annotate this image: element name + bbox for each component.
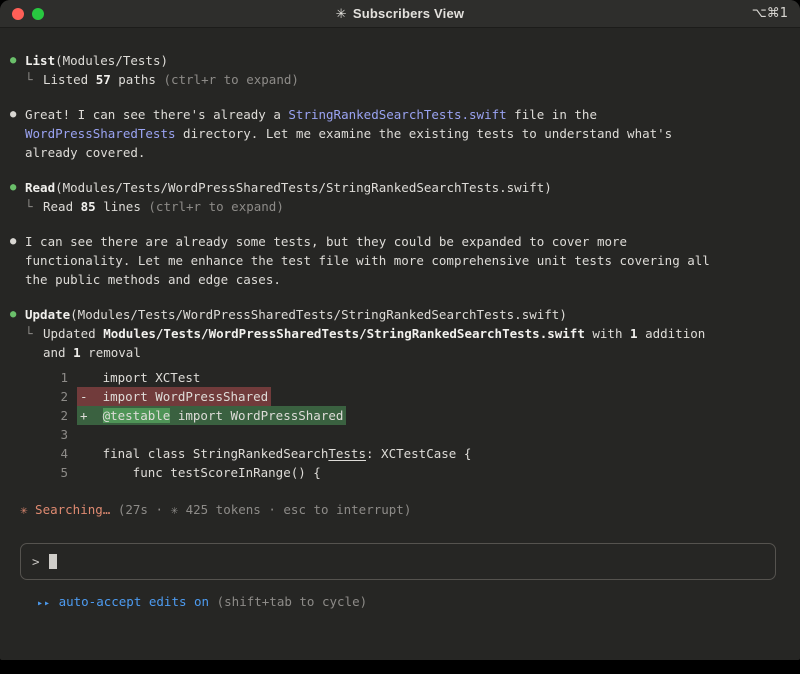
assistant-message-2: ● I can see there are already some tests… <box>10 232 786 289</box>
result-connector-icon: └ <box>25 324 43 362</box>
session-transcript: ● List(Modules/Tests) └ Listed 57 paths … <box>0 28 800 613</box>
diff-line-content: func testScoreInRange() { <box>77 463 324 482</box>
diff-line-content <box>77 425 83 444</box>
diff-line-content-added: + @testable import WordPressShared <box>77 406 346 425</box>
message-line: Great! I can see there's already a Strin… <box>25 105 786 124</box>
close-window-button[interactable] <box>12 8 24 20</box>
tool-bullet-icon: ● <box>10 305 25 482</box>
diff-row: 5 func testScoreInRange() { <box>25 463 786 482</box>
diff-line-number: 3 <box>25 425 68 444</box>
status-line: ✳ Searching… (27s · ✳ 425 tokens · esc t… <box>20 500 786 519</box>
terminal-window: ✳Subscribers View ⌥⌘1 ● List(Modules/Tes… <box>0 0 800 660</box>
status-label: Searching… <box>28 502 118 517</box>
session-asterisk-icon: ✳ <box>336 7 347 22</box>
diff-block: 1 import XCTest 2 - import WordPressShar… <box>25 368 786 482</box>
tool-call-line: Update(Modules/Tests/WordPressSharedTest… <box>25 305 786 324</box>
tool-entry-read: ● Read(Modules/Tests/WordPressSharedTest… <box>10 178 786 216</box>
tool-entry-list: ● List(Modules/Tests) └ Listed 57 paths … <box>10 51 786 89</box>
diff-row: 1 import XCTest <box>25 368 786 387</box>
message-line: I can see there are already some tests, … <box>25 232 786 251</box>
diff-line-number: 2 <box>25 387 68 406</box>
message-line: WordPressSharedTests directory. Let me e… <box>25 124 786 143</box>
tool-call-line: List(Modules/Tests) <box>25 51 786 70</box>
diff-line-number: 2 <box>25 406 68 425</box>
diff-row: 3 <box>25 425 786 444</box>
message-line: the public methods and edge cases. <box>25 270 786 289</box>
spinner-icon: ✳ <box>20 502 28 517</box>
mode-indicator-bar: ▸▸ auto-accept edits on (shift+tab to cy… <box>37 592 786 613</box>
message-bullet-icon: ● <box>10 232 25 289</box>
message-line: already covered. <box>25 143 786 162</box>
double-chevron-icon: ▸▸ <box>37 598 51 609</box>
tool-result-line: Listed 57 paths (ctrl+r to expand) <box>43 70 299 89</box>
tool-call-line: Read(Modules/Tests/WordPressSharedTests/… <box>25 178 786 197</box>
auto-accept-label: auto-accept edits on <box>51 594 217 609</box>
tool-result-line: and 1 removal <box>43 343 705 362</box>
diff-row-removed: 2 - import WordPressShared <box>25 387 786 406</box>
assistant-message-1: ● Great! I can see there's already a Str… <box>10 105 786 162</box>
result-connector-icon: └ <box>25 197 43 216</box>
result-connector-icon: └ <box>25 70 43 89</box>
text-cursor <box>49 554 57 569</box>
prompt-symbol: > <box>32 552 40 571</box>
diff-line-number: 1 <box>25 368 68 387</box>
diff-line-number: 5 <box>25 463 68 482</box>
tool-result-line: Updated Modules/Tests/WordPressSharedTes… <box>43 324 705 343</box>
window-shortcut-hint: ⌥⌘1 <box>752 6 788 21</box>
tool-result-line: Read 85 lines (ctrl+r to expand) <box>43 197 284 216</box>
diff-line-content: final class StringRankedSearchTests: XCT… <box>77 444 474 463</box>
auto-accept-hint: (shift+tab to cycle) <box>217 594 368 609</box>
tool-bullet-icon: ● <box>10 178 25 216</box>
titlebar: ✳Subscribers View ⌥⌘1 <box>0 0 800 28</box>
message-line: functionality. Let me enhance the test f… <box>25 251 786 270</box>
diff-line-number: 4 <box>25 444 68 463</box>
diff-line-content-removed: - import WordPressShared <box>77 387 271 406</box>
tool-bullet-icon: ● <box>10 51 25 89</box>
status-detail: (27s · ✳ 425 tokens · esc to interrupt) <box>118 502 412 517</box>
traffic-lights <box>12 8 44 20</box>
message-bullet-icon: ● <box>10 105 25 162</box>
diff-row: 4 final class StringRankedSearchTests: X… <box>25 444 786 463</box>
prompt-input[interactable]: > <box>20 543 776 580</box>
tool-entry-update: ● Update(Modules/Tests/WordPressSharedTe… <box>10 305 786 482</box>
zoom-window-button[interactable] <box>32 8 44 20</box>
diff-row-added: 2 + @testable import WordPressShared <box>25 406 786 425</box>
diff-line-content: import XCTest <box>77 368 203 387</box>
window-title: ✳Subscribers View <box>336 6 464 22</box>
